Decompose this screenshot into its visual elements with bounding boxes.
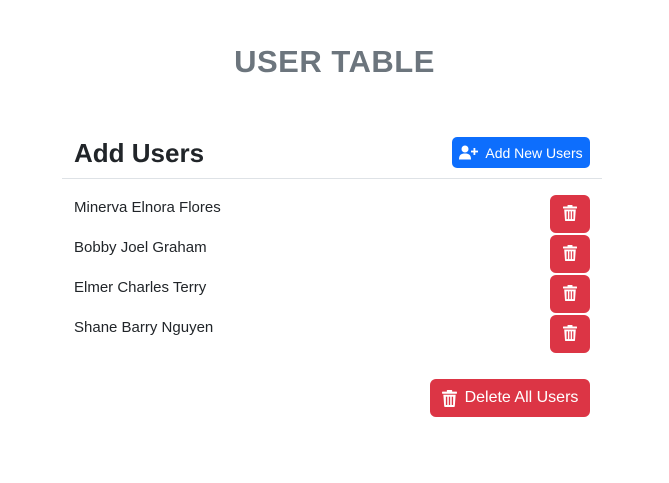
trash-icon: [563, 284, 577, 304]
delete-user-button[interactable]: [550, 275, 590, 313]
delete-all-users-label: Delete All Users: [464, 389, 579, 406]
user-row: Minerva Elnora Flores: [62, 195, 602, 235]
user-row: Elmer Charles Terry: [62, 275, 602, 315]
page: USER TABLE Add Users Add New Users Miner…: [0, 0, 669, 483]
trash-icon: [563, 244, 577, 264]
trash-icon: [563, 204, 577, 224]
section-title: Add Users: [74, 138, 205, 168]
delete-all-users-button[interactable]: Delete All Users: [430, 379, 590, 417]
user-plus-icon: [459, 145, 479, 160]
add-new-users-button[interactable]: Add New Users: [452, 137, 590, 168]
user-name: Shane Barry Nguyen: [74, 319, 214, 336]
user-row: Bobby Joel Graham: [62, 235, 602, 275]
user-name: Bobby Joel Graham: [74, 239, 207, 256]
user-row: Shane Barry Nguyen: [62, 315, 602, 355]
delete-user-button[interactable]: [550, 235, 590, 273]
delete-user-button[interactable]: [550, 195, 590, 233]
trash-icon: [563, 324, 577, 344]
user-name: Elmer Charles Terry: [74, 279, 207, 296]
page-title: USER TABLE: [234, 44, 435, 79]
section-header: Add Users Add New Users: [62, 132, 602, 179]
delete-user-button[interactable]: [550, 315, 590, 353]
trash-icon: [441, 389, 457, 407]
user-name: Minerva Elnora Flores: [74, 199, 221, 216]
user-list: Minerva Elnora Flores Bobby Joel Graham: [62, 195, 602, 355]
add-new-users-label: Add New Users: [485, 144, 583, 161]
